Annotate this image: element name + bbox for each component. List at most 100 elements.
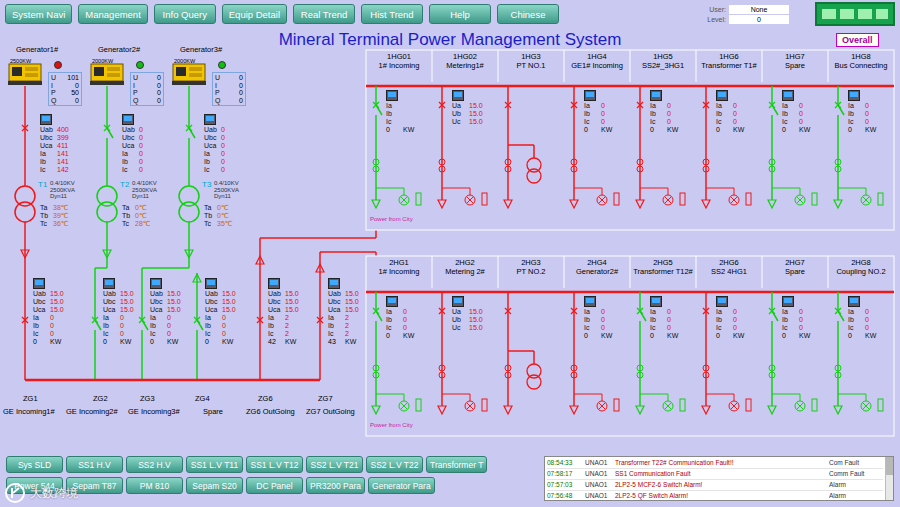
panel-meter[interactable]: Ia0Ib0Ic00KW	[650, 90, 694, 134]
indicator-icon	[597, 195, 607, 205]
feeder-meter[interactable]: Uab15.0Ubc15.0Uca15.0Ia2Ib2Ic242KW	[268, 278, 304, 346]
breaker-icon[interactable]	[637, 308, 646, 321]
screen-button[interactable]: Sepam S20	[186, 477, 243, 494]
power-value: 0	[848, 332, 862, 340]
breaker-icon[interactable]	[257, 317, 263, 330]
breaker-icon[interactable]	[703, 308, 709, 321]
breaker-icon[interactable]	[439, 308, 445, 321]
nav-button[interactable]: Help	[429, 4, 491, 24]
breaker-icon[interactable]	[505, 308, 511, 321]
panel-meter[interactable]: Ia0Ib0Ic00KW	[716, 90, 760, 134]
breaker-meter[interactable]: Uab0Ubc0Uca0Ia0Ib0Ic0	[204, 114, 244, 174]
screen-button[interactable]: Generator Para	[368, 477, 435, 494]
breaker-icon[interactable]	[22, 125, 28, 138]
breaker-meter[interactable]: Uab400Ubc399Uca411Ia141Ib141Ic142	[40, 114, 80, 174]
nav-button[interactable]: Info Query	[154, 4, 216, 24]
breaker-icon[interactable]	[317, 317, 323, 330]
screen-button[interactable]: SS1 L.V T12	[246, 456, 303, 473]
scroll-thumb[interactable]	[886, 457, 893, 475]
nav-button[interactable]: Equip Detail	[222, 4, 287, 24]
breaker-icon[interactable]	[637, 102, 643, 115]
nav-button[interactable]: Real Trend	[293, 4, 355, 24]
nav-button[interactable]: Chinese	[497, 4, 559, 24]
breaker-icon[interactable]	[703, 102, 709, 115]
panel-meter[interactable]: Ia0Ib0Ic00KW	[650, 296, 694, 340]
panel-meter[interactable]: Ia0Ib0Ic00KW	[584, 90, 628, 134]
breaker-icon[interactable]	[139, 317, 148, 330]
arrow-icon	[316, 264, 324, 272]
feeder-meter[interactable]: Uab15.0Ubc15.0Uca15.0Ia0Ib0Ic00KW	[103, 278, 139, 346]
screen-button[interactable]: SS2 L.V T22	[366, 456, 423, 473]
breaker-icon[interactable]	[22, 317, 28, 330]
temp-label: Ta	[40, 204, 50, 212]
alarm-row[interactable]: 08:54:33UNAO1Transformer T22# Communicat…	[547, 458, 883, 469]
screen-button[interactable]: Sys SLD	[6, 456, 63, 473]
feeder-meter[interactable]: Uab15.0Ubc15.0Uca15.0Ia2Ib2Ic243KW	[328, 278, 364, 346]
user-label: User:	[707, 6, 726, 13]
spec-line: Dyn11	[132, 193, 157, 200]
power-value: 0	[584, 332, 598, 340]
breaker-icon[interactable]	[439, 102, 445, 115]
breaker-icon[interactable]	[373, 102, 382, 115]
breaker-icon[interactable]	[769, 308, 778, 321]
reading-label: Uab	[33, 290, 47, 298]
screen-button[interactable]: Transformer T	[426, 456, 487, 473]
overall-button[interactable]: Overall	[836, 33, 879, 47]
nav-button[interactable]: System Navi	[5, 4, 72, 24]
status-dot	[54, 61, 62, 69]
reading-value: 0	[139, 126, 162, 134]
alarm-row[interactable]: 07:56:48UNAO12LP2-5 QF Switch Alarm!Alar…	[547, 491, 883, 501]
reading-list: Uab15.0Ubc15.0Uca15.0Ia0Ib0Ic00KW	[103, 290, 139, 346]
breaker-icon[interactable]	[835, 102, 844, 115]
reading-label: Uab	[328, 290, 342, 298]
screen-button[interactable]: SS2 H.V	[126, 456, 183, 473]
alarm-site: UNAO1	[585, 480, 611, 490]
feeder-meter[interactable]: Uab15.0Ubc15.0Uca15.0Ia0Ib0Ic00KW	[205, 278, 241, 346]
nav-button[interactable]: Hist Trend	[361, 4, 423, 24]
panel-meter[interactable]: Ia0Ib0Ic00KW	[782, 90, 826, 134]
panel-meter[interactable]: Ua15.0Ub15.0Uc15.0	[452, 90, 496, 126]
fuse-icon	[680, 399, 685, 411]
panel-meter[interactable]: Ia0Ib0Ic00KW	[716, 296, 760, 340]
screen-button[interactable]: SS1 H.V	[66, 456, 123, 473]
nav-button[interactable]: Management	[78, 4, 147, 24]
reading-label: Uab	[205, 290, 219, 298]
panel-meter[interactable]: Ia0Ib0Ic00KW	[584, 296, 628, 340]
reading-list: Ia0Ib0Ic00KW	[386, 308, 430, 340]
panel-meter[interactable]: Ia0Ib0Ic00KW	[848, 296, 892, 340]
generator[interactable]: 2000KW	[172, 58, 206, 86]
feeder-meter[interactable]: Uab15.0Ubc15.0Uca15.0Ia0Ib0Ic00KW	[33, 278, 69, 346]
screen-button[interactable]: SS1 L.V T11	[186, 456, 243, 473]
breaker-icon[interactable]	[769, 102, 778, 115]
breaker-icon[interactable]	[835, 308, 844, 321]
panel-meter[interactable]: Ia0Ib0Ic00KW	[848, 90, 892, 134]
breaker-icon[interactable]	[194, 317, 203, 330]
alarm-row[interactable]: 07:58:17UNAO1SS1 Communication FaultComm…	[547, 469, 883, 480]
breaker-icon[interactable]	[92, 317, 101, 330]
screen-button[interactable]: PR3200 Para	[306, 477, 365, 494]
panel-meter[interactable]: IaIbIc0KW	[386, 90, 430, 134]
reading-value: 0	[865, 308, 892, 316]
screen-button[interactable]: PM 810	[126, 477, 183, 494]
screen-button[interactable]: SS2 L.V T21	[306, 456, 363, 473]
breaker-icon[interactable]	[373, 308, 382, 321]
alarm-list[interactable]: 08:54:33UNAO1Transformer T22# Communicat…	[544, 456, 894, 501]
breaker-icon[interactable]	[571, 308, 577, 321]
feeder-meter[interactable]: Uab15.0Ubc15.0Uca15.0Ia0Ib0Ic00KW	[150, 278, 186, 346]
breaker-icon[interactable]	[186, 125, 195, 138]
arrow-icon	[768, 406, 776, 414]
reading-value: 0	[61, 97, 79, 105]
screen-button[interactable]: DC Panel	[246, 477, 303, 494]
panel-meter[interactable]: Ia0Ib0Ic00KW	[386, 296, 430, 340]
breaker-meter[interactable]: Uab0Ubc0Uca0Ia0Ib0Ic0	[122, 114, 162, 174]
reading-value: 0	[120, 330, 139, 338]
generator[interactable]: 2500KW	[8, 58, 42, 86]
generator[interactable]: 2000KW	[90, 58, 124, 86]
scrollbar[interactable]	[885, 457, 893, 500]
breaker-icon[interactable]	[571, 102, 577, 115]
breaker-icon[interactable]	[505, 102, 511, 115]
panel-meter[interactable]: Ia0Ib0Ic00KW	[782, 296, 826, 340]
panel-meter[interactable]: Ua15.0Ub15.0Uc15.0	[452, 296, 496, 332]
breaker-icon[interactable]	[104, 125, 113, 138]
alarm-row[interactable]: 07:57:03UNAO12LP2-5 MCF2-6 Switch Alarm!…	[547, 480, 883, 491]
